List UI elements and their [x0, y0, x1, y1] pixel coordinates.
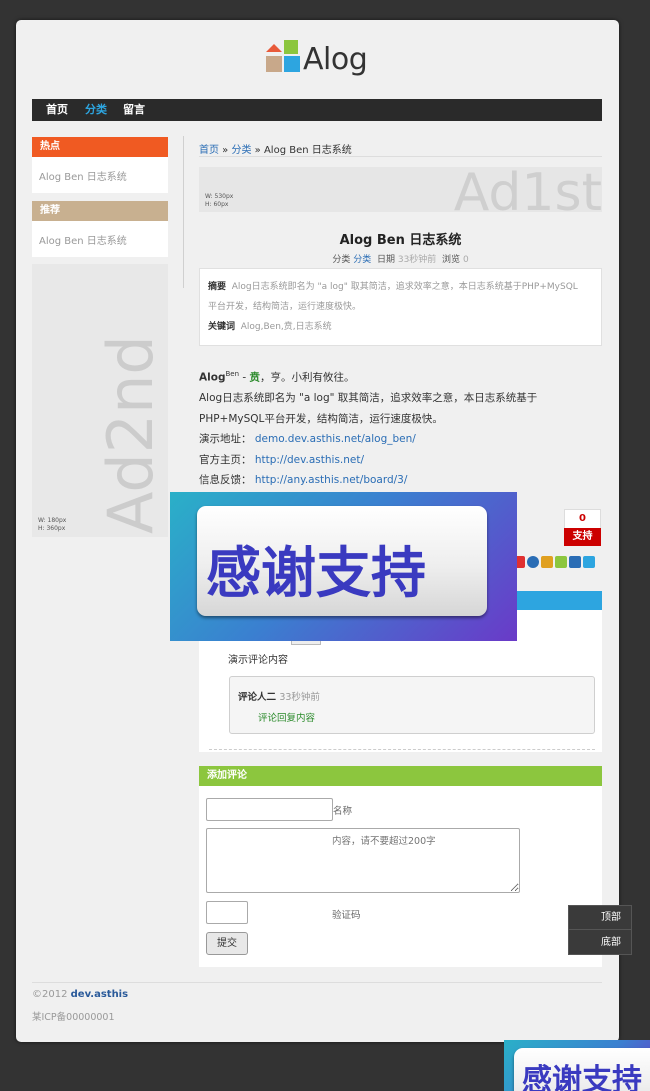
post-title: Alog Ben 日志系统 — [339, 233, 462, 248]
main-nav: 首页 分类 留言 — [32, 99, 602, 121]
logo-square-icon — [284, 56, 300, 72]
logo-square-icon — [266, 44, 282, 52]
reply-author: 评论人二 — [238, 692, 277, 703]
summary-line-1: Alog日志系统即名为 "a log" 取其简洁，追求效率之意，本日志系统基于P… — [231, 282, 578, 292]
logo-text: Alog — [303, 42, 368, 77]
meta-date-label: 日期 — [376, 255, 395, 265]
sidebar-recommend-title: 推荐 — [32, 201, 168, 221]
body-line-2: Alog日志系统即名为 "a log" 取其简洁，追求效率之意，本日志系统基于 — [199, 392, 538, 404]
breadcrumb-home[interactable]: 首页 — [199, 145, 219, 156]
meta-date-value: 33秒钟前 — [397, 255, 437, 265]
name-input[interactable] — [206, 798, 333, 821]
meta-category-label: 分类 — [332, 255, 351, 265]
demo-link[interactable]: demo.dev.asthis.net/alog_ben/ — [255, 433, 416, 445]
sidebar-hot-link[interactable]: Alog Ben 日志系统 — [32, 157, 168, 193]
thanks-banner-secondary[interactable]: 感谢支持 — [504, 1040, 650, 1091]
share-renren-icon[interactable] — [555, 556, 567, 568]
logo-square-icon — [266, 56, 282, 72]
breadcrumb-category[interactable]: 分类 — [231, 145, 251, 156]
name-label: 名称 — [333, 806, 353, 817]
logo-square-icon — [284, 40, 298, 54]
feedback-link[interactable]: http://any.asthis.net/board/3/ — [255, 474, 408, 486]
keywords-label: 关键词 — [208, 322, 236, 332]
sidebar-recommend-link[interactable]: Alog Ben 日志系统 — [32, 221, 168, 257]
scroll-top-button[interactable]: 顶部 — [569, 906, 631, 930]
ad-banner-2nd[interactable]: Ad2nd W: 180px H: 360px — [32, 264, 168, 537]
ad-banner-1st[interactable]: Ad1st W: 530px H: 60px — [199, 167, 602, 212]
post-body: AlogBen - 贲，亨。小利有攸往。 Alog日志系统即名为 "a log"… — [199, 364, 579, 491]
vote-box: 0 支持 — [564, 509, 601, 546]
meta-views-value: 0 — [462, 255, 469, 265]
breadcrumb-sep: » — [219, 145, 232, 156]
meta-category-link[interactable]: 分类 — [353, 255, 371, 265]
ad1-dimensions: W: 530px H: 60px — [205, 193, 233, 209]
home-label: 官方主页： — [199, 453, 252, 466]
copyright-text: ©2012 — [32, 989, 68, 1000]
share-facebook-icon[interactable] — [569, 556, 581, 568]
share-qq-icon[interactable] — [527, 556, 539, 568]
footer-icp: 某ICP备00000001 — [32, 1012, 115, 1023]
vote-count: 0 — [579, 513, 586, 524]
scroll-bottom-button[interactable]: 底部 — [569, 931, 631, 955]
share-twitter-icon[interactable] — [583, 556, 595, 568]
nav-item-category[interactable]: 分类 — [85, 99, 107, 121]
add-comment-title: 添加评论 — [199, 766, 602, 786]
sidebar-hot: 热点 Alog Ben 日志系统 — [32, 137, 168, 193]
captcha-label: 验证码 — [332, 910, 361, 921]
breadcrumb-sep: » — [251, 145, 264, 156]
comment-divider — [209, 749, 595, 750]
site-logo[interactable]: Alog — [266, 38, 376, 82]
column-divider — [183, 136, 184, 288]
body-line-3: PHP+MySQL平台开发，结构简洁，运行速度极快。 — [199, 412, 443, 425]
ad2-height: H: 360px — [38, 525, 66, 532]
reply-time: 33秒钟前 — [279, 692, 320, 703]
keywords-value: Alog,Ben,贲,日志系统 — [240, 322, 332, 332]
post-meta: 分类 分类 日期 33秒钟前 浏览 0 — [199, 252, 602, 265]
ad1-text: Ad1st — [453, 167, 602, 212]
breadcrumb-current: Alog Ben 日志系统 — [263, 145, 352, 156]
share-star-icon[interactable] — [541, 556, 553, 568]
reply-text: 评论回复内容 — [258, 713, 316, 724]
footer-divider — [32, 982, 602, 983]
body-dash: - — [239, 371, 250, 384]
ad2-width: W: 180px — [38, 517, 67, 524]
body-ben: 贲 — [249, 371, 260, 384]
body-brand: Alog — [199, 371, 226, 384]
thanks-text-secondary: 感谢支持 — [522, 1063, 642, 1091]
captcha-input[interactable] — [206, 901, 248, 924]
footer-copyright: ©2012 dev.asthis — [32, 989, 128, 1000]
reply-comment: 评论人二 33秒钟前 评论回复内容 — [229, 676, 595, 734]
submit-button[interactable]: 提交 — [206, 932, 248, 955]
sidebar-recommend: 推荐 Alog Ben 日志系统 — [32, 201, 168, 257]
thanks-banner[interactable]: 感谢支持 — [170, 492, 517, 641]
summary-line-2: 平台开发，结构简洁，运行速度极快。 — [208, 302, 362, 312]
home-link[interactable]: http://dev.asthis.net/ — [255, 454, 364, 466]
footer-site-link[interactable]: dev.asthis — [71, 989, 128, 1000]
ad2-dimensions: W: 180px H: 360px — [38, 517, 66, 533]
scroll-float-buttons: 顶部 底部 — [568, 905, 632, 955]
nav-item-home[interactable]: 首页 — [46, 99, 68, 121]
sidebar-hot-title: 热点 — [32, 137, 168, 157]
comment-text: 演示评论内容 — [228, 655, 288, 666]
breadcrumb: 首页 » 分类 » Alog Ben 日志系统 — [199, 141, 352, 156]
summary-label: 摘要 — [208, 282, 227, 292]
thanks-text: 感谢支持 — [206, 541, 427, 605]
support-button[interactable]: 支持 — [564, 528, 601, 546]
ad1-width: W: 530px — [205, 193, 234, 200]
body-motto: ，亨。小利有攸往。 — [259, 371, 355, 384]
post-summary: 摘要 Alog日志系统即名为 "a log" 取其简洁，追求效率之意，本日志系统… — [199, 268, 602, 346]
nav-item-guestbook[interactable]: 留言 — [123, 99, 145, 121]
comments-header-bar — [515, 591, 602, 610]
body-brand-sup: Ben — [225, 370, 240, 378]
ad1-height: H: 60px — [205, 201, 229, 208]
feedback-label: 信息反馈： — [199, 474, 252, 486]
meta-views-label: 浏览 — [442, 255, 461, 265]
content-textarea[interactable] — [206, 828, 520, 893]
ad2-text: Ad2nd — [94, 335, 167, 534]
demo-label: 演示地址： — [199, 433, 252, 445]
breadcrumb-divider — [199, 156, 602, 157]
